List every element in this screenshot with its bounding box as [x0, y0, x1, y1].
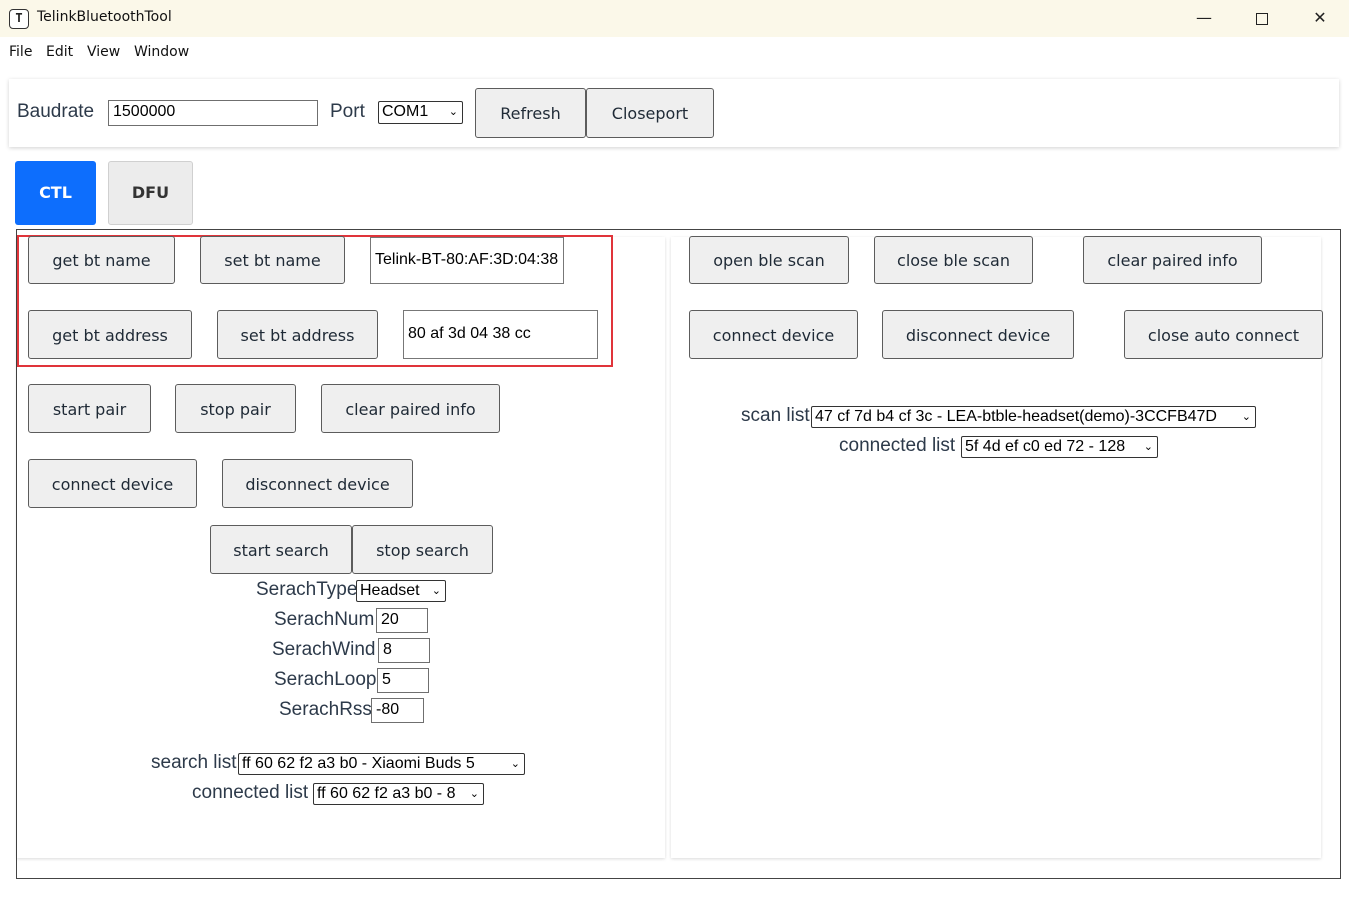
search-wind-input[interactable]: 8	[378, 638, 430, 663]
connected-list-value: ff 60 62 f2 a3 b0 - 8	[317, 785, 456, 802]
port-select[interactable]: COM1 ⌄	[378, 101, 463, 124]
chevron-down-icon: ⌄	[1143, 441, 1153, 453]
close-ble-scan-button[interactable]: close ble scan	[874, 236, 1033, 284]
ble-connected-list-label: connected list	[839, 435, 956, 456]
close-icon: ✕	[1313, 8, 1327, 27]
baudrate-input[interactable]: 1500000	[108, 100, 318, 126]
search-num-input[interactable]: 20	[376, 608, 428, 633]
chevron-down-icon: ⌄	[469, 788, 479, 800]
search-type-label: SerachType	[256, 579, 358, 600]
set-bt-name-button[interactable]: set bt name	[200, 236, 345, 284]
menu-bar	[0, 37, 1349, 69]
closeport-button[interactable]: Closeport	[586, 88, 714, 138]
search-loop-input[interactable]: 5	[377, 668, 429, 693]
scan-list-label: scan list	[741, 405, 810, 426]
search-type-value: Headset	[360, 582, 420, 599]
minimize-button[interactable]: —	[1175, 0, 1233, 37]
title-bar	[0, 0, 1349, 37]
chevron-down-icon: ⌄	[448, 106, 458, 118]
menu-view[interactable]: View	[87, 44, 120, 60]
start-pair-button[interactable]: start pair	[28, 384, 151, 433]
baudrate-label: Baudrate	[17, 101, 95, 122]
menu-window[interactable]: Window	[134, 44, 189, 60]
search-num-label: SerachNum	[274, 609, 375, 630]
maximize-icon	[1256, 12, 1268, 25]
menu-file[interactable]: File	[9, 44, 32, 60]
search-wind-label: SerachWind	[272, 639, 376, 660]
start-search-button[interactable]: start search	[210, 525, 352, 574]
menu-edit[interactable]: Edit	[46, 44, 73, 60]
chevron-down-icon: ⌄	[431, 585, 441, 597]
connected-list-select[interactable]: ff 60 62 f2 a3 b0 - 8 ⌄	[313, 783, 484, 805]
ble-connect-device-button[interactable]: connect device	[689, 310, 858, 359]
tab-ctl[interactable]: CTL	[15, 161, 96, 225]
stop-search-button[interactable]: stop search	[352, 525, 493, 574]
maximize-button[interactable]	[1233, 0, 1291, 37]
chevron-down-icon: ⌄	[1241, 411, 1251, 423]
ble-connected-list-value: 5f 4d ef c0 ed 72 - 128	[965, 438, 1126, 455]
search-type-select[interactable]: Headset ⌄	[356, 580, 446, 602]
connect-device-button[interactable]: connect device	[28, 459, 197, 508]
bt-address-input[interactable]: 80 af 3d 04 38 cc	[403, 310, 598, 359]
telink-app-icon: T	[9, 9, 29, 29]
ble-connected-list-select[interactable]: 5f 4d ef c0 ed 72 - 128 ⌄	[961, 436, 1158, 458]
search-rssi-label: SerachRssi	[279, 699, 377, 720]
ble-disconnect-device-button[interactable]: disconnect device	[882, 310, 1074, 359]
close-auto-connect-button[interactable]: close auto connect	[1124, 310, 1323, 359]
search-rssi-input[interactable]: -80	[371, 698, 424, 723]
close-button[interactable]: ✕	[1291, 0, 1349, 37]
port-label: Port	[330, 101, 365, 122]
refresh-button[interactable]: Refresh	[475, 88, 586, 138]
window-title: TelinkBluetoothTool	[37, 9, 172, 25]
ble-clear-paired-info-button[interactable]: clear paired info	[1083, 236, 1262, 284]
get-bt-address-button[interactable]: get bt address	[28, 310, 192, 359]
chevron-down-icon: ⌄	[510, 758, 520, 770]
connected-list-label: connected list	[192, 782, 309, 803]
open-ble-scan-button[interactable]: open ble scan	[689, 236, 849, 284]
search-list-value: ff 60 62 f2 a3 b0 - Xiaomi Buds 5	[242, 755, 475, 772]
search-list-select[interactable]: ff 60 62 f2 a3 b0 - Xiaomi Buds 5 ⌄	[238, 753, 525, 775]
bt-name-input[interactable]: Telink-BT-80:AF:3D:04:38	[370, 237, 564, 284]
tab-dfu[interactable]: DFU	[108, 161, 193, 225]
minimize-icon: —	[1196, 8, 1212, 27]
scan-list-select[interactable]: 47 cf 7d b4 cf 3c - LEA-btble-headset(de…	[811, 406, 1256, 428]
set-bt-address-button[interactable]: set bt address	[217, 310, 378, 359]
disconnect-device-button[interactable]: disconnect device	[222, 459, 413, 508]
stop-pair-button[interactable]: stop pair	[175, 384, 296, 433]
scan-list-value: 47 cf 7d b4 cf 3c - LEA-btble-headset(de…	[815, 408, 1217, 425]
search-loop-label: SerachLoop	[274, 669, 377, 690]
search-list-label: search list	[151, 752, 237, 773]
port-select-value: COM1	[382, 103, 429, 120]
clear-paired-info-button[interactable]: clear paired info	[321, 384, 500, 433]
get-bt-name-button[interactable]: get bt name	[28, 236, 175, 284]
